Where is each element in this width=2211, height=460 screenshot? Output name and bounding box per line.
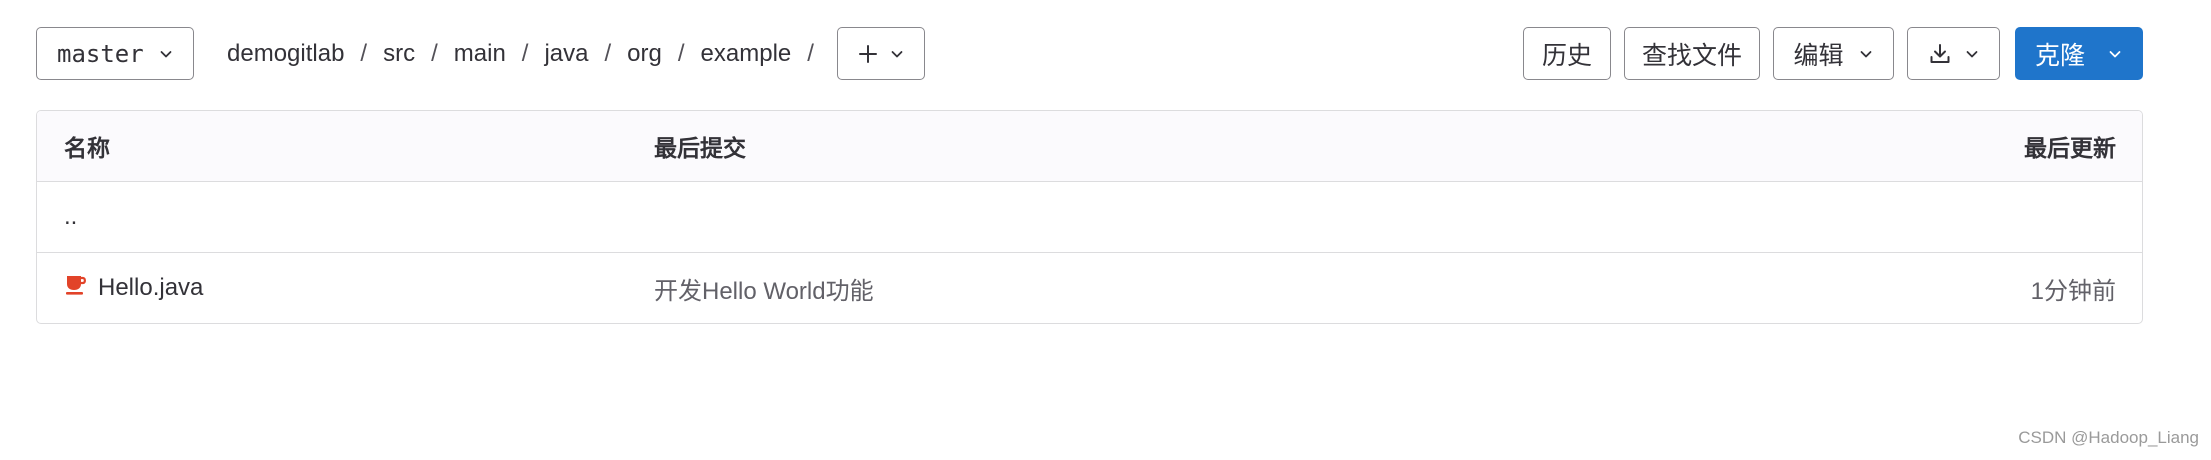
breadcrumb-separator: /: [431, 39, 438, 67]
chevron-down-icon: [889, 46, 905, 62]
clone-button-label: 克隆: [2034, 41, 2085, 70]
breadcrumb-item-src[interactable]: src: [383, 40, 415, 68]
last-commit-message-link[interactable]: 开发Hello World功能: [654, 253, 874, 323]
edit-button[interactable]: 编辑: [1773, 27, 1894, 80]
column-header-name: 名称: [64, 135, 110, 161]
column-header-last-commit: 最后提交: [654, 135, 746, 161]
plus-icon: [857, 43, 879, 65]
find-file-button[interactable]: 查找文件: [1624, 27, 1760, 80]
add-to-tree-button[interactable]: [837, 27, 925, 80]
download-button[interactable]: [1907, 27, 2000, 80]
edit-button-label: 编辑: [1793, 41, 1844, 70]
breadcrumb-separator: /: [360, 39, 368, 67]
breadcrumb-separator: /: [604, 39, 612, 67]
breadcrumb-item-java[interactable]: java: [544, 40, 588, 68]
breadcrumb-separator: /: [521, 39, 529, 67]
breadcrumb-item-org[interactable]: org: [627, 40, 662, 68]
breadcrumb-item-main[interactable]: main: [454, 40, 506, 68]
chevron-down-icon: [1964, 46, 1980, 62]
file-name: Hello.java: [98, 274, 204, 301]
repository-toolbar: master demogitlab / src / main / java / …: [36, 27, 2143, 82]
last-update-time: 1分钟前: [2030, 277, 2116, 305]
breadcrumb-separator: /: [677, 39, 685, 67]
breadcrumb: demogitlab / src / main / java / org / e…: [227, 27, 830, 80]
breadcrumb-item-project[interactable]: demogitlab: [227, 40, 344, 68]
column-header-last-update: 最后更新: [2024, 135, 2116, 161]
breadcrumb-item-example[interactable]: example: [701, 40, 792, 68]
file-link[interactable]: Hello.java: [64, 274, 203, 303]
download-icon: [1928, 42, 1952, 66]
table-row-parent-directory[interactable]: ..: [37, 182, 2142, 253]
parent-directory-link[interactable]: ..: [64, 182, 77, 252]
history-button[interactable]: 历史: [1523, 27, 1611, 80]
table-header-row: 名称 最后提交 最后更新: [37, 111, 2142, 182]
file-tree-table: 名称 最后提交 最后更新 .. Hello.java 开发Hello World…: [36, 110, 2143, 324]
branch-name: master: [57, 39, 144, 68]
java-file-icon: [64, 274, 88, 303]
chevron-down-icon: [158, 46, 174, 62]
breadcrumb-separator: /: [807, 39, 814, 67]
branch-selector-button[interactable]: master: [36, 27, 194, 80]
clone-button[interactable]: 克隆: [2015, 27, 2143, 80]
watermark: CSDN @Hadoop_Liang: [2018, 428, 2199, 447]
chevron-down-icon: [2107, 46, 2123, 62]
chevron-down-icon: [1858, 46, 1874, 62]
table-row: Hello.java 开发Hello World功能 1分钟前: [37, 253, 2142, 323]
